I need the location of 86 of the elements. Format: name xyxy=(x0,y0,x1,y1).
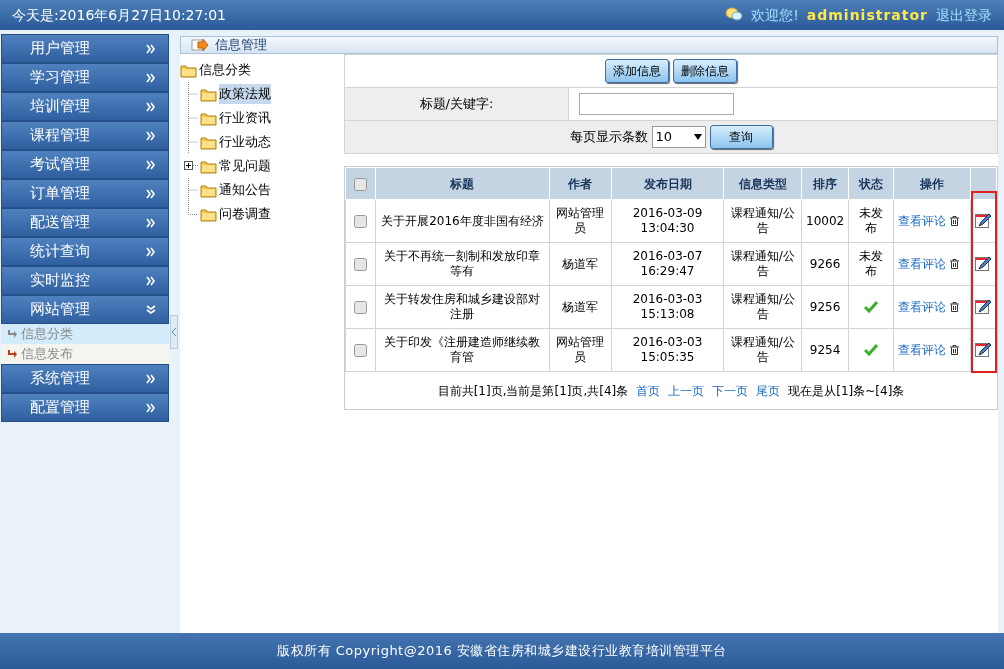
sidebar-menu-item[interactable]: 课程管理 xyxy=(1,121,169,150)
column-header: 状态 xyxy=(859,176,884,191)
column-header: 信息类型 xyxy=(738,176,787,191)
sidebar-menu-item[interactable]: 考试管理 xyxy=(1,150,169,179)
logout-link[interactable]: 退出登录 xyxy=(936,4,992,26)
sidebar-menu-item[interactable]: 系统管理 xyxy=(1,364,169,393)
chat-bubble-icon xyxy=(725,7,744,23)
table-cell: 网站管理员 xyxy=(556,335,605,364)
pagination-summary: 目前共[1]页,当前是第[1]页,共[4]条 xyxy=(437,382,629,400)
dropdown-arrow-icon xyxy=(693,134,702,140)
row-checkbox[interactable] xyxy=(353,213,367,228)
table-cell: 课程通知/公告 xyxy=(730,206,795,235)
row-checkbox[interactable] xyxy=(353,342,367,357)
tree-node[interactable]: 行业资讯 xyxy=(219,108,271,128)
pagination-range: 现在是从[1]条~[4]条 xyxy=(788,382,905,400)
sidebar-menu-item[interactable]: 订单管理 xyxy=(1,179,169,208)
edit-document-icon[interactable] xyxy=(975,256,992,271)
tree-node[interactable]: 通知公告 xyxy=(219,180,271,200)
table-cell: 课程通知/公告 xyxy=(730,335,795,364)
submenu-item[interactable]: 信息分类 xyxy=(1,324,169,344)
table-cell: 杨道军 xyxy=(562,256,599,271)
column-header: 操作 xyxy=(920,176,945,191)
table-cell: 课程通知/公告 xyxy=(730,292,795,321)
date-time-text: 今天是:2016年6月27日10:27:01 xyxy=(12,5,226,25)
arrow-icon xyxy=(191,38,209,52)
tree-node[interactable]: 问卷调查 xyxy=(219,204,271,224)
sidebar-menu-item[interactable]: 配送管理 xyxy=(1,208,169,237)
sidebar-menu-item[interactable]: 培训管理 xyxy=(1,92,169,121)
table-cell-text: 2016-03-09 13:04:30 xyxy=(631,206,704,236)
table-cell: 关于不再统一刻制和发放印章等有 xyxy=(384,249,541,278)
submenu-item[interactable]: 信息发布 xyxy=(1,344,169,364)
trash-icon[interactable] xyxy=(950,342,960,357)
sidebar-menu-item[interactable]: 实时监控 xyxy=(1,266,169,295)
trash-icon[interactable] xyxy=(950,213,960,228)
tree-node[interactable]: 常见问题 xyxy=(219,156,271,176)
keyword-label: 标题/关键字: xyxy=(344,87,569,121)
copyright-text: 版权所有 Copyright@2016 安徽省住房和城乡建设行业教育培训管理平台 xyxy=(277,642,727,661)
column-header: 作者 xyxy=(568,176,593,191)
table-cell: 关于开展2016年度非国有经济 xyxy=(381,213,544,228)
table-cell: 10002 xyxy=(806,213,845,228)
page-size-select[interactable]: 10 xyxy=(651,126,706,148)
table-cell-text: 未发布 xyxy=(858,249,885,279)
row-checkbox[interactable] xyxy=(353,299,367,314)
toolbar-button[interactable]: 添加信息 xyxy=(605,59,669,83)
column-header: 发布日期 xyxy=(643,176,692,191)
column-header: 标题 xyxy=(450,176,475,191)
table-cell: 9266 xyxy=(809,256,841,271)
panel-title: 信息管理 xyxy=(215,36,267,55)
sidebar-menu-item[interactable]: 学习管理 xyxy=(1,63,169,92)
tree-node[interactable]: 政策法规 xyxy=(219,84,271,104)
table-cell: 关于印发《注册建造师继续教育管 xyxy=(384,335,541,364)
tree-node[interactable]: 信息分类 xyxy=(199,60,251,80)
pagination-link[interactable]: 尾页 xyxy=(756,381,781,400)
pagination-link[interactable]: 首页 xyxy=(636,381,661,400)
edit-document-icon[interactable] xyxy=(975,342,992,357)
table-cell: 杨道军 xyxy=(562,299,599,314)
table-cell: 课程通知/公告 xyxy=(730,249,795,278)
sidebar-menu-item[interactable]: 网站管理 xyxy=(1,295,169,324)
table-cell: 网站管理员 xyxy=(556,206,605,235)
pagination-link[interactable]: 下一页 xyxy=(712,381,749,400)
keyword-input[interactable] xyxy=(579,93,734,115)
username-text: administrator xyxy=(806,5,928,25)
pagination-link[interactable]: 上一页 xyxy=(668,381,705,400)
welcome-text: 欢迎您! xyxy=(751,5,799,25)
table-cell: 关于转发住房和城乡建设部对注册 xyxy=(384,292,541,321)
trash-icon[interactable] xyxy=(950,299,960,314)
select-all-checkbox[interactable] xyxy=(353,176,367,191)
tree-node[interactable]: 行业动态 xyxy=(219,132,271,152)
sidebar-menu-item[interactable]: 统计查询 xyxy=(1,237,169,266)
sidebar-menu-item[interactable]: 用户管理 xyxy=(1,34,169,63)
table-cell-text: 2016-03-03 15:05:35 xyxy=(631,335,704,365)
row-checkbox[interactable] xyxy=(353,256,367,271)
table-cell: 9254 xyxy=(809,342,841,357)
table-cell-text: 2016-03-03 15:13:08 xyxy=(631,292,704,322)
page-size-label: 每页显示条数 xyxy=(569,128,648,147)
edit-document-icon[interactable] xyxy=(975,213,992,228)
toolbar-button[interactable]: 删除信息 xyxy=(673,59,737,83)
query-button[interactable]: 查询 xyxy=(709,125,773,149)
table-cell: 9256 xyxy=(809,299,841,314)
trash-icon[interactable] xyxy=(950,256,960,271)
column-header: 排序 xyxy=(813,176,838,191)
table-cell-text: 未发布 xyxy=(858,206,885,236)
collapse-handle-icon[interactable] xyxy=(170,314,178,349)
edit-document-icon[interactable] xyxy=(975,299,992,314)
table-cell-text: 2016-03-07 16:29:47 xyxy=(631,249,704,279)
sidebar-menu-item[interactable]: 配置管理 xyxy=(1,393,169,422)
